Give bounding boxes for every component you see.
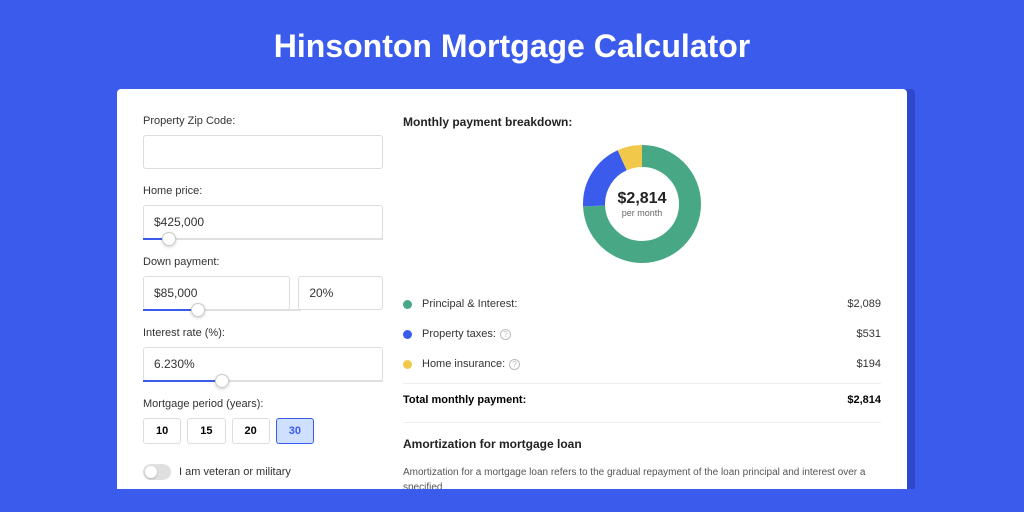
slider-thumb[interactable] <box>162 232 176 246</box>
interest-slider[interactable] <box>143 380 383 382</box>
slider-thumb[interactable] <box>215 374 229 388</box>
period-label: Mortgage period (years): <box>143 398 383 410</box>
slider-thumb[interactable] <box>191 303 205 317</box>
breakdown-title: Monthly payment breakdown: <box>403 115 881 129</box>
down-payment-slider[interactable] <box>143 309 301 311</box>
amortization-section: Amortization for mortgage loan Amortizat… <box>403 422 881 489</box>
total-row: Total monthly payment: $2,814 <box>403 383 881 422</box>
veteran-toggle[interactable] <box>143 464 171 480</box>
legend-dot <box>403 330 412 339</box>
home-price-input[interactable] <box>143 205 383 239</box>
breakdown-panel: Monthly payment breakdown: $2,814 per mo… <box>403 115 881 489</box>
interest-input[interactable] <box>143 347 383 381</box>
form-panel: Property Zip Code: Home price: Down paym… <box>143 115 383 489</box>
donut-amount: $2,814 <box>618 190 667 208</box>
home-price-field-group: Home price: <box>143 185 383 240</box>
period-option-30[interactable]: 30 <box>276 418 314 444</box>
donut-center: $2,814 per month <box>618 190 667 218</box>
donut-chart-wrap: $2,814 per month <box>403 143 881 265</box>
period-option-20[interactable]: 20 <box>232 418 270 444</box>
page-title: Hinsonton Mortgage Calculator <box>0 0 1024 89</box>
total-value: $2,814 <box>847 394 881 406</box>
down-payment-input[interactable] <box>143 276 290 310</box>
period-option-15[interactable]: 15 <box>187 418 225 444</box>
zip-field-group: Property Zip Code: <box>143 115 383 169</box>
legend-row-taxes: Property taxes: ? $531 <box>403 319 881 349</box>
legend-label: Home insurance: ? <box>422 358 857 370</box>
legend-label: Principal & Interest: <box>422 298 847 310</box>
interest-field-group: Interest rate (%): <box>143 327 383 382</box>
legend-value: $194 <box>857 358 881 370</box>
legend-value: $531 <box>857 328 881 340</box>
legend-dot <box>403 360 412 369</box>
calculator-card: Property Zip Code: Home price: Down paym… <box>117 89 907 489</box>
total-label: Total monthly payment: <box>403 394 847 406</box>
zip-label: Property Zip Code: <box>143 115 383 127</box>
down-payment-label: Down payment: <box>143 256 383 268</box>
legend-label: Property taxes: ? <box>422 328 857 340</box>
legend-dot <box>403 300 412 309</box>
donut-sub: per month <box>618 208 667 218</box>
donut-chart: $2,814 per month <box>581 143 703 265</box>
legend-value: $2,089 <box>847 298 881 310</box>
legend-row-principal: Principal & Interest: $2,089 <box>403 289 881 319</box>
toggle-knob <box>145 466 157 478</box>
info-icon[interactable]: ? <box>509 359 520 370</box>
amortization-title: Amortization for mortgage loan <box>403 437 881 451</box>
period-option-10[interactable]: 10 <box>143 418 181 444</box>
down-payment-field-group: Down payment: <box>143 256 383 311</box>
home-price-slider[interactable] <box>143 238 383 240</box>
veteran-toggle-row: I am veteran or military <box>143 464 383 480</box>
period-field-group: Mortgage period (years): 10 15 20 30 <box>143 398 383 444</box>
zip-input[interactable] <box>143 135 383 169</box>
amortization-text: Amortization for a mortgage loan refers … <box>403 465 881 489</box>
veteran-label: I am veteran or military <box>179 466 291 478</box>
info-icon[interactable]: ? <box>500 329 511 340</box>
home-price-label: Home price: <box>143 185 383 197</box>
legend-row-insurance: Home insurance: ? $194 <box>403 349 881 379</box>
period-options: 10 15 20 30 <box>143 418 383 444</box>
interest-label: Interest rate (%): <box>143 327 383 339</box>
down-payment-pct-input[interactable] <box>298 276 383 310</box>
